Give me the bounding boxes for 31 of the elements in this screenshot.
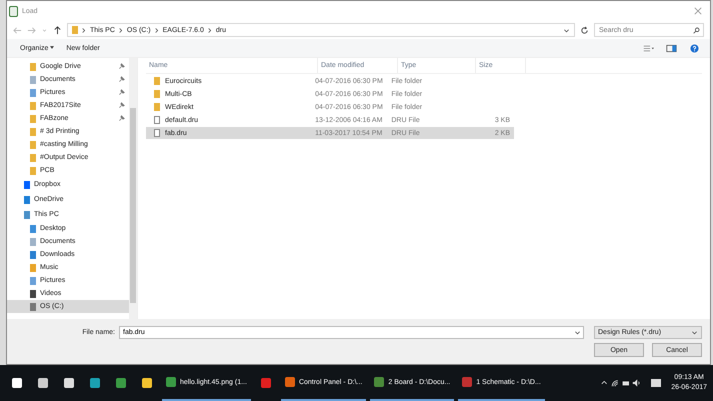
help-icon[interactable] (689, 44, 700, 52)
system-tray-icons[interactable] (601, 379, 642, 387)
folder-icon (72, 26, 78, 34)
app-icon (12, 378, 22, 388)
app-icon (38, 378, 48, 388)
app-icon (284, 377, 295, 387)
app-icon (374, 377, 384, 387)
dropdown-caret-icon[interactable] (574, 329, 581, 336)
app-icon (64, 378, 74, 388)
dropdown-caret-icon[interactable] (563, 26, 570, 34)
search-icon (693, 26, 700, 34)
app-icon (462, 377, 472, 387)
chevron-icon (154, 26, 159, 34)
close-icon[interactable] (694, 7, 702, 15)
chevron-icon (118, 26, 123, 34)
app-icon (90, 378, 100, 388)
scrollbar[interactable] (129, 58, 137, 319)
view-options-icon[interactable] (643, 44, 654, 52)
dropdown-caret-icon (691, 329, 698, 336)
app-icon (260, 378, 271, 388)
app-icon (9, 6, 18, 16)
chevron-icon (82, 26, 86, 34)
preview-pane-icon[interactable] (666, 44, 677, 52)
up-arrow-icon[interactable] (53, 26, 62, 34)
notification-icon[interactable] (651, 379, 662, 387)
chevron-icon (208, 26, 212, 34)
app-icon (166, 377, 176, 387)
app-icon (116, 378, 126, 388)
caret-icon (50, 46, 54, 50)
app-icon (142, 378, 152, 388)
refresh-icon[interactable] (580, 26, 589, 34)
